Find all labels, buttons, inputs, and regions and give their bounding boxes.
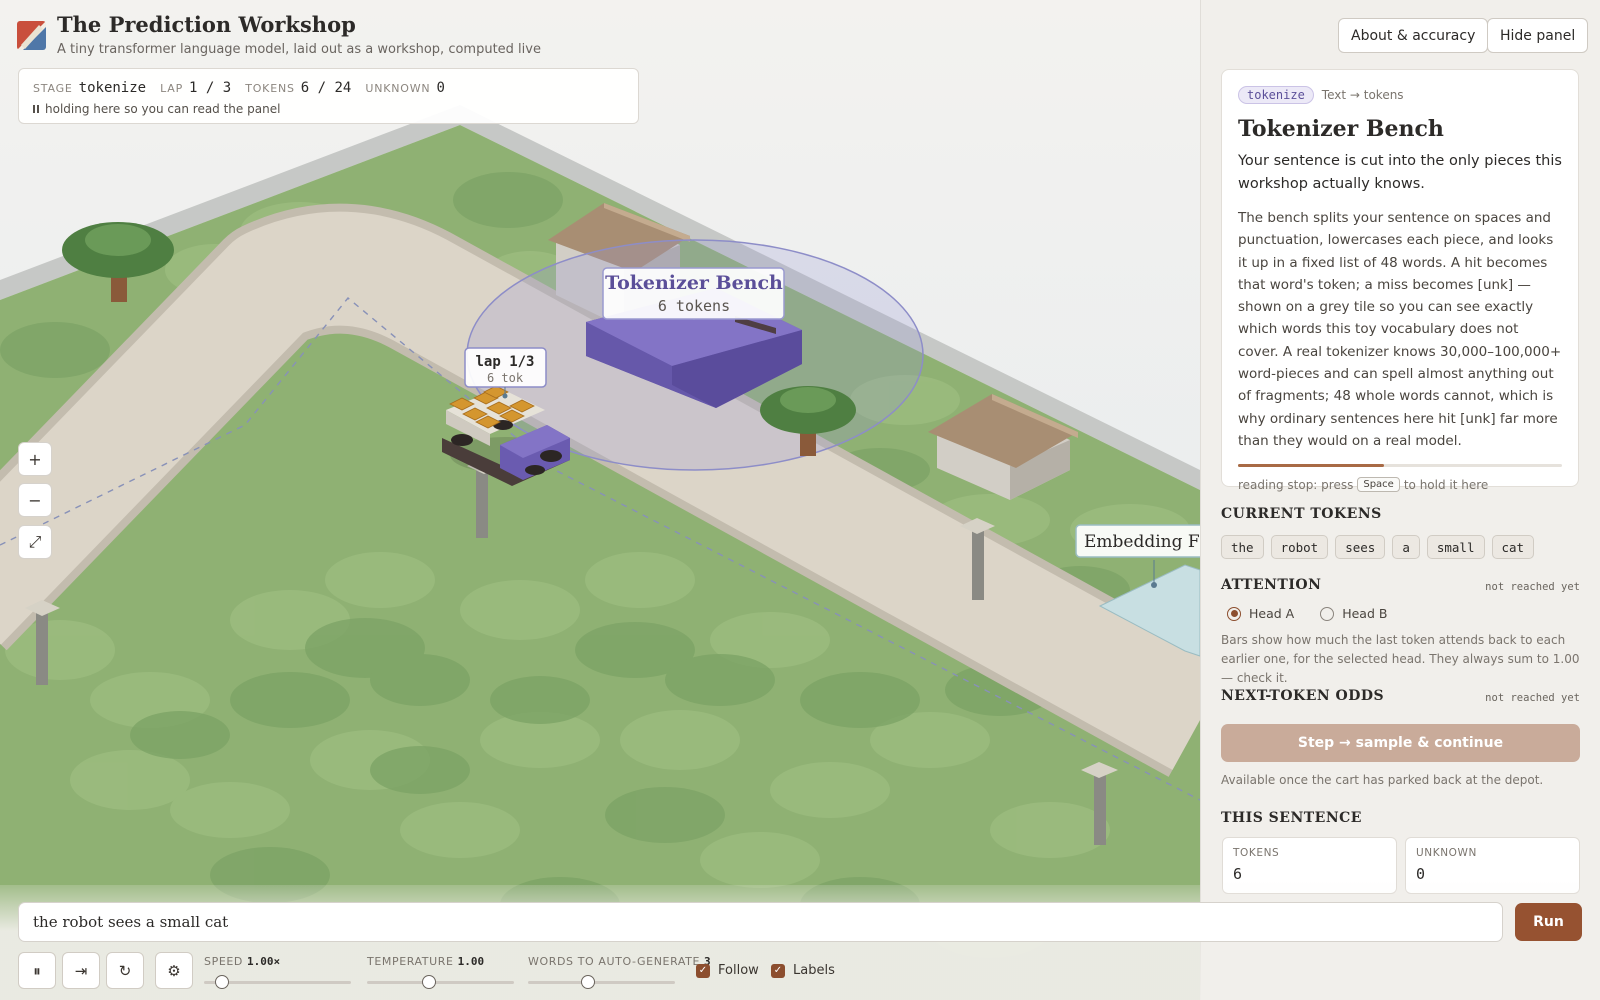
token-list: the robot sees a small cat bbox=[1221, 535, 1535, 559]
stage-badge: tokenize bbox=[1238, 86, 1314, 104]
station-label: Tokenizer Bench 6 tokens bbox=[602, 267, 785, 320]
hint-text-pre: reading stop: press bbox=[1238, 477, 1354, 492]
stage-card: tokenize Text → tokens Tokenizer Bench Yo… bbox=[1221, 69, 1579, 493]
reset-icon: ↻ bbox=[118, 961, 132, 980]
lap-value: 1 / 3 bbox=[189, 80, 232, 96]
station-sub: 6 tokens bbox=[658, 297, 730, 315]
fit-view-button[interactable]: ⤢ bbox=[18, 525, 52, 559]
settings-button[interactable]: ⚙ bbox=[155, 952, 193, 989]
attention-description: Bars show how much the last token attend… bbox=[1221, 633, 1580, 685]
radio-unselected-icon bbox=[1320, 606, 1335, 621]
token-chip: a bbox=[1392, 535, 1420, 559]
paused-icon bbox=[33, 105, 39, 113]
run-button[interactable]: Run bbox=[1515, 903, 1582, 941]
follow-checkbox[interactable]: ✓ Follow bbox=[696, 963, 759, 978]
app-subtitle: A tiny transformer language model, laid … bbox=[57, 42, 541, 57]
checkbox-checked-icon: ✓ bbox=[771, 963, 785, 978]
expand-icon: ⤢ bbox=[28, 532, 42, 551]
follow-label: Follow bbox=[718, 963, 759, 978]
card-lead: Your sentence is cut into the only piece… bbox=[1238, 153, 1562, 192]
station-name: Tokenizer Bench bbox=[605, 272, 783, 294]
speed-value: 1.00× bbox=[247, 955, 281, 968]
step-icon: ⇥ bbox=[74, 961, 88, 980]
sentence-tokens-label: TOKENS bbox=[1233, 847, 1280, 859]
temperature-value: 1.00 bbox=[457, 955, 485, 968]
cart-label-tokens: 6 tok bbox=[487, 371, 524, 385]
plus-icon: + bbox=[28, 449, 42, 469]
speed-knob[interactable] bbox=[214, 975, 229, 989]
hint-text-post: to hold it here bbox=[1403, 477, 1489, 492]
head-selector: Head A Head B bbox=[1227, 606, 1387, 621]
app-logo bbox=[17, 21, 46, 50]
head-b-label: Head B bbox=[1342, 606, 1388, 621]
temperature-knob[interactable] bbox=[421, 975, 436, 989]
step-note: Available once the cart has parked back … bbox=[1221, 773, 1544, 787]
speed-track[interactable] bbox=[204, 975, 351, 989]
app-title: The Prediction Workshop bbox=[57, 12, 356, 37]
reading-progress-fill bbox=[1238, 464, 1384, 468]
space-key: Space bbox=[1357, 477, 1400, 493]
current-tokens-heading: CURRENT TOKENS bbox=[1221, 506, 1382, 522]
token-chip: sees bbox=[1335, 535, 1386, 559]
card-body: The bench splits your sentence on spaces… bbox=[1238, 210, 1562, 449]
card-title: Tokenizer Bench bbox=[1238, 116, 1444, 142]
about-accuracy-button[interactable]: About & accuracy bbox=[1338, 18, 1489, 53]
unknown-label: UNKNOWN bbox=[365, 82, 431, 95]
speed-slider[interactable]: SPEED 1.00× bbox=[204, 955, 351, 989]
token-chip: cat bbox=[1491, 535, 1535, 559]
status-bar: STAGE tokenize LAP 1 / 3 TOKENS 6 / 24 UNKN… bbox=[18, 68, 639, 124]
temperature-label: TEMPERATURE bbox=[367, 955, 454, 968]
head-b-radio[interactable]: Head B bbox=[1320, 606, 1387, 621]
token-chip: robot bbox=[1270, 535, 1329, 559]
labels-checkbox[interactable]: ✓ Labels bbox=[771, 963, 835, 978]
temperature-track[interactable] bbox=[367, 975, 514, 989]
unknown-value: 0 bbox=[436, 80, 445, 96]
stage-kind: Text → tokens bbox=[1321, 88, 1404, 102]
temperature-slider[interactable]: TEMPERATURE 1.00 bbox=[367, 955, 514, 989]
hide-panel-button[interactable]: Hide panel bbox=[1487, 18, 1589, 53]
attention-status: not reached yet bbox=[1485, 581, 1580, 593]
next-token-heading: NEXT-TOKEN ODDS bbox=[1221, 688, 1385, 704]
zoom-out-button[interactable]: − bbox=[18, 483, 52, 517]
step-sample-button[interactable]: Step → sample & continue bbox=[1221, 724, 1580, 762]
sentence-unknown-label: UNKNOWN bbox=[1416, 847, 1477, 859]
attention-heading: ATTENTION bbox=[1221, 577, 1322, 593]
words-track[interactable] bbox=[528, 975, 675, 989]
labels-label: Labels bbox=[793, 963, 835, 978]
gear-icon: ⚙ bbox=[167, 961, 181, 980]
stage-label: STAGE bbox=[33, 82, 73, 95]
stage-value: tokenize bbox=[78, 80, 147, 96]
pause-button[interactable]: ⏸ bbox=[18, 952, 56, 989]
checkbox-checked-icon: ✓ bbox=[696, 963, 710, 978]
zoom-in-button[interactable]: + bbox=[18, 442, 52, 476]
pause-icon: ⏸ bbox=[33, 961, 41, 980]
token-chip: the bbox=[1221, 535, 1264, 559]
reset-button[interactable]: ↻ bbox=[106, 952, 144, 989]
head-a-radio[interactable]: Head A bbox=[1227, 606, 1294, 621]
speed-label: SPEED bbox=[204, 955, 243, 968]
token-chip: small bbox=[1426, 535, 1485, 559]
this-sentence-heading: THIS SENTENCE bbox=[1221, 810, 1362, 826]
tokens-value: 6 / 24 bbox=[300, 80, 352, 96]
reading-hint: reading stop: press Space to hold it her… bbox=[1238, 477, 1562, 493]
minus-icon: − bbox=[28, 490, 42, 510]
cart-label-lap: lap 1/3 bbox=[475, 354, 534, 370]
radio-selected-icon bbox=[1227, 606, 1241, 621]
words-label: WORDS TO AUTO-GENERATE bbox=[528, 955, 701, 968]
lap-label: LAP bbox=[160, 82, 184, 95]
next-token-status: not reached yet bbox=[1485, 692, 1580, 704]
head-a-label: Head A bbox=[1249, 606, 1295, 621]
status-message: holding here so you can read the panel bbox=[45, 102, 281, 116]
sentence-input[interactable] bbox=[18, 902, 1503, 942]
tokens-label: TOKENS bbox=[245, 82, 295, 95]
step-button[interactable]: ⇥ bbox=[62, 952, 100, 989]
words-slider[interactable]: WORDS TO AUTO-GENERATE 3 bbox=[528, 955, 711, 989]
reading-progress bbox=[1238, 464, 1562, 468]
